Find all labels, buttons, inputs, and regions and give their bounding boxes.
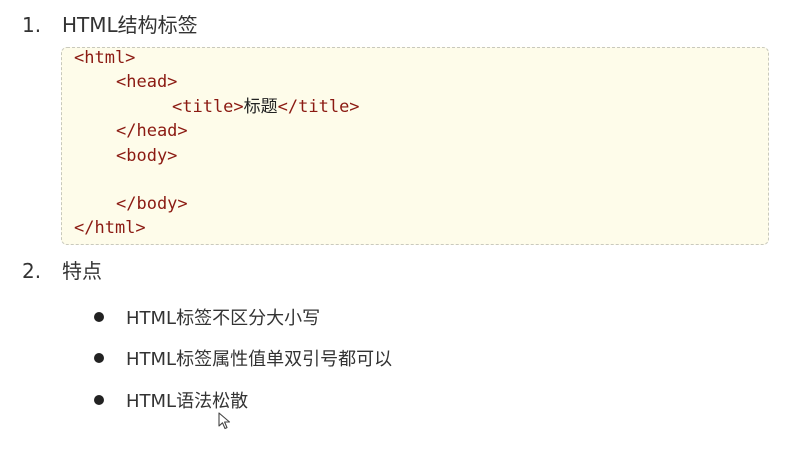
code-title-open-tag: <title> [172, 97, 244, 117]
code-line-head-open: <head> [116, 72, 178, 92]
bullet-icon [94, 353, 104, 363]
code-title-close-tag: </title> [277, 97, 360, 117]
bullet-icon [94, 395, 104, 405]
code-line-body-close: </body> [116, 194, 188, 214]
code-line-body-open: <body> [116, 146, 178, 166]
list-item-text: HTML标签属性值单双引号都可以 [126, 349, 393, 370]
mouse-pointer-icon [218, 412, 231, 430]
section-heading-structure: 1. HTML结构标签 [22, 12, 198, 38]
list-item-text: HTML语法松散 [126, 391, 249, 412]
list-item: HTML标签属性值单双引号都可以 [94, 348, 392, 372]
section-title: HTML结构标签 [62, 13, 198, 37]
code-line-title: <title>标题</title> [172, 97, 360, 117]
list-item-text: HTML标签不区分大小写 [126, 308, 321, 329]
list-item: HTML标签不区分大小写 [94, 307, 320, 331]
list-item: HTML语法松散 [94, 390, 248, 414]
bullet-icon [94, 312, 104, 322]
section-title: 特点 [62, 259, 102, 283]
code-line-head-close: </head> [116, 121, 188, 141]
document-page: 1. HTML结构标签 <html> <head> <title>标题</titl… [0, 0, 800, 456]
section-number: 2. [22, 259, 42, 283]
section-number: 1. [22, 13, 42, 37]
code-title-text: 标题 [243, 97, 278, 117]
section-heading-features: 2. 特点 [22, 258, 102, 284]
code-line-html-open: <html> [74, 48, 136, 68]
code-block: <html> <head> <title>标题</title> </head> … [61, 47, 769, 245]
code-line-html-close: </html> [74, 218, 146, 238]
